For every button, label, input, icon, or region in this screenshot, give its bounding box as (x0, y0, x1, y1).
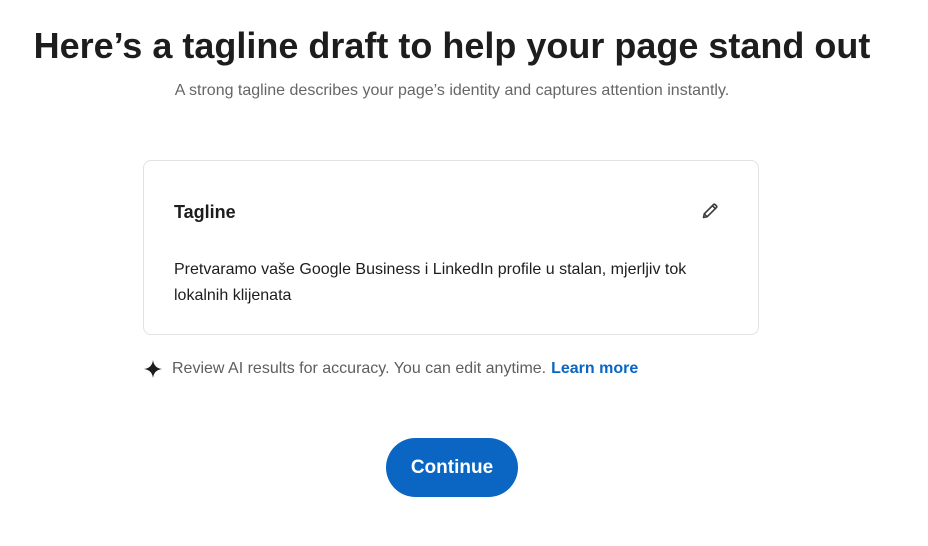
edit-tagline-button[interactable] (696, 197, 724, 225)
tagline-card-title: Tagline (174, 202, 236, 222)
ai-notice: Review AI results for accuracy. You can … (143, 358, 638, 380)
pencil-icon (700, 201, 720, 221)
tagline-card: Tagline Pretvaramo vaše Google Business … (143, 160, 759, 335)
ai-notice-text: Review AI results for accuracy. You can … (172, 360, 547, 377)
tagline-text: Pretvaramo vaše Google Business i Linked… (174, 261, 687, 304)
page-subtitle: A strong tagline describes your page’s i… (174, 82, 730, 99)
learn-more-link[interactable]: Learn more (551, 360, 638, 378)
sparkle-icon (143, 359, 163, 379)
page-title: Here’s a tagline draft to help your page… (33, 25, 871, 66)
continue-button[interactable]: Continue (386, 438, 518, 497)
